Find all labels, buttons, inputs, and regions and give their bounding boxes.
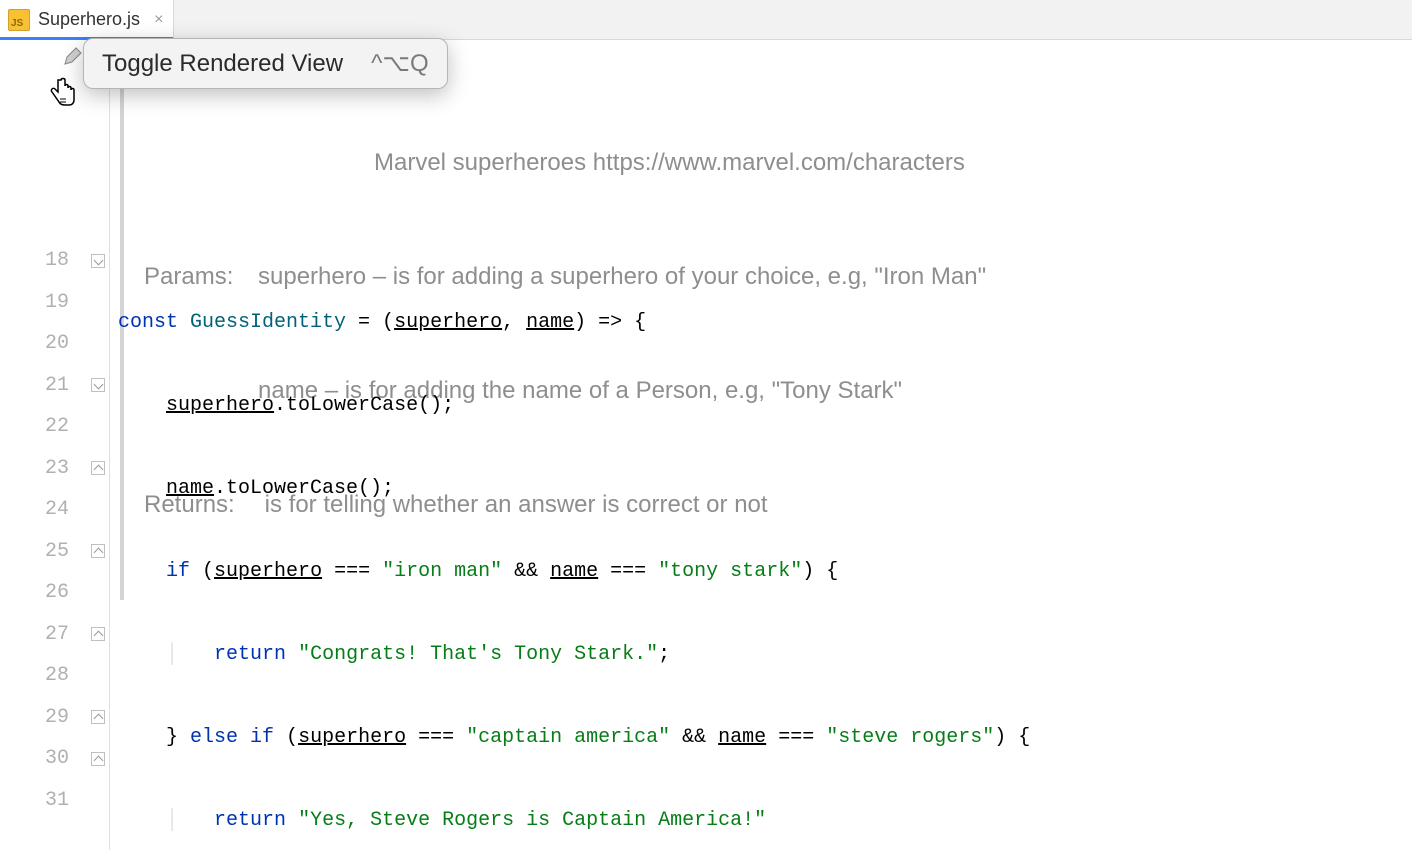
file-tab[interactable]: JS Superhero.js × bbox=[0, 0, 174, 39]
fold-icon[interactable] bbox=[91, 544, 105, 558]
fold-icon[interactable] bbox=[91, 710, 105, 724]
fold-icon[interactable] bbox=[91, 254, 105, 268]
edit-pencil-icon bbox=[62, 45, 84, 67]
line-number: 26 bbox=[45, 581, 109, 604]
line-number: 22 bbox=[45, 415, 109, 438]
code-block: const GuessIdentity = (superhero, name) … bbox=[118, 260, 1030, 850]
gutter: 18 19 20 21 22 23 24 25 26 27 28 29 30 3… bbox=[0, 40, 110, 850]
context-menu: Toggle Rendered View ^⌥Q bbox=[83, 38, 448, 89]
app-root: JS Superhero.js × Toggle Rendered View ^… bbox=[0, 0, 1412, 850]
close-icon[interactable]: × bbox=[154, 11, 163, 29]
fold-icon[interactable] bbox=[91, 627, 105, 641]
js-file-icon: JS bbox=[8, 9, 30, 31]
tab-bar: JS Superhero.js × bbox=[0, 0, 1412, 40]
line-number: 31 bbox=[45, 789, 109, 812]
code-area[interactable]: Marvel superheroes https://www.marvel.co… bbox=[110, 40, 1412, 850]
fold-icon[interactable] bbox=[91, 461, 105, 475]
doc-summary: Marvel superheroes https://www.marvel.co… bbox=[374, 144, 965, 182]
fold-icon[interactable] bbox=[91, 752, 105, 766]
shortcut-label: ^⌥Q bbox=[371, 49, 429, 78]
line-number: 19 bbox=[45, 291, 109, 314]
line-number: 24 bbox=[45, 498, 109, 521]
hand-cursor-icon bbox=[48, 76, 80, 112]
toggle-rendered-view-item[interactable]: Toggle Rendered View bbox=[102, 50, 343, 78]
editor[interactable]: 18 19 20 21 22 23 24 25 26 27 28 29 30 3… bbox=[0, 40, 1412, 850]
fold-icon[interactable] bbox=[91, 378, 105, 392]
tab-filename: Superhero.js bbox=[38, 9, 140, 30]
line-number: 28 bbox=[45, 664, 109, 687]
line-number: 20 bbox=[45, 332, 109, 355]
